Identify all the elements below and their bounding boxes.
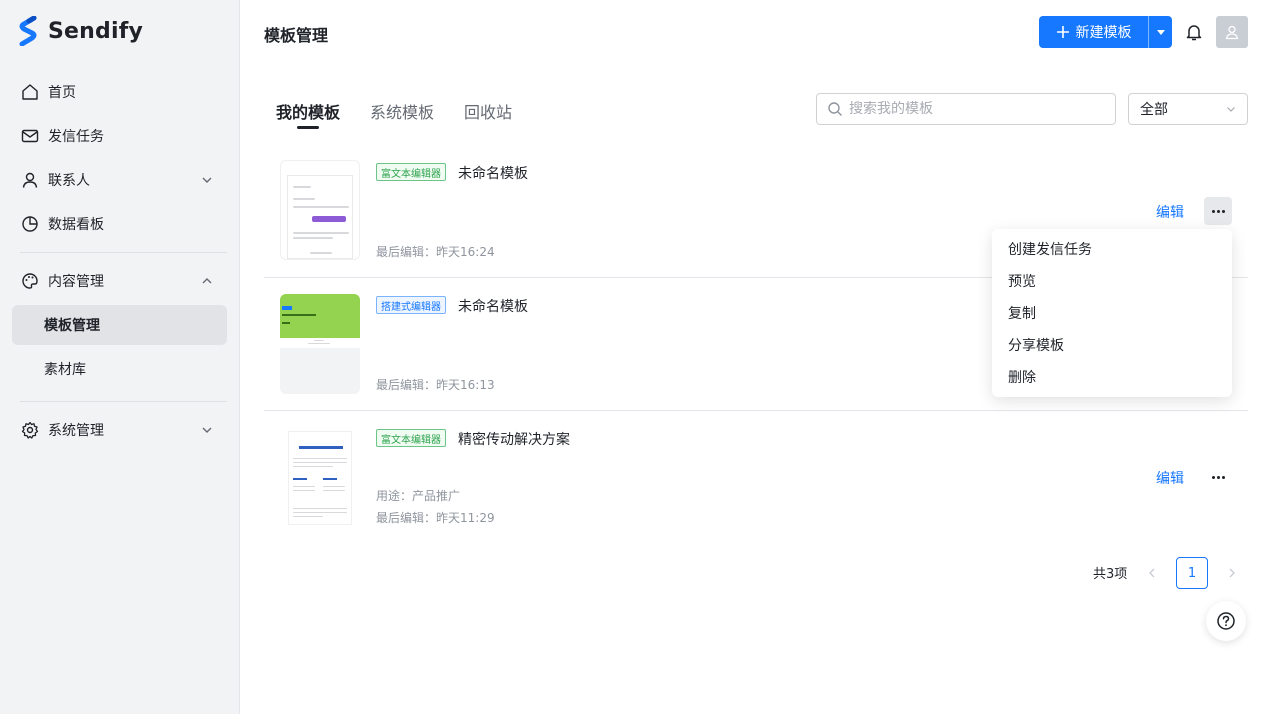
home-icon [20, 82, 40, 102]
user-avatar-icon [1225, 25, 1239, 40]
sidebar-divider [20, 252, 227, 253]
sidebar-item-send-tasks[interactable]: 发信任务 [12, 116, 227, 156]
chevron-up-icon [202, 278, 212, 284]
template-row[interactable]: 富文本编辑器 精密传动解决方案 用途：产品推广 最后编辑：昨天11:29 编辑 [264, 411, 1248, 544]
brand-name: Sendify [48, 18, 144, 44]
search-icon [828, 102, 842, 116]
page-title: 模板管理 [264, 26, 329, 45]
tab-my-templates[interactable]: 我的模板 [276, 99, 340, 123]
template-usage: 用途：产品推广 [376, 489, 461, 503]
logo[interactable]: Sendify [18, 16, 143, 46]
chevron-down-icon [202, 177, 212, 183]
template-thumbnail[interactable] [280, 294, 360, 394]
sidebar-item-label: 素材库 [44, 362, 86, 378]
template-thumbnail[interactable] [280, 160, 360, 260]
menu-item-preview[interactable]: 预览 [992, 265, 1232, 297]
question-icon [1217, 612, 1235, 630]
filter-selected: 全部 [1140, 102, 1168, 118]
sidebar-item-label: 数据看板 [48, 217, 104, 233]
palette-icon [20, 271, 40, 291]
last-edit-time: 最后编辑：昨天16:24 [376, 245, 495, 259]
template-name[interactable]: 未命名模板 [458, 296, 528, 316]
avatar[interactable] [1216, 16, 1248, 48]
sidebar-item-system[interactable]: 系统管理 [12, 410, 227, 450]
pagination-page[interactable]: 1 [1176, 557, 1208, 589]
user-icon [20, 170, 40, 190]
chevron-down-icon [1227, 107, 1235, 112]
sidebar-divider [20, 401, 227, 402]
search-box[interactable] [816, 93, 1116, 125]
help-button[interactable] [1206, 601, 1246, 641]
pie-chart-icon [20, 214, 40, 234]
editor-type-tag: 富文本编辑器 [376, 163, 446, 181]
sidebar-item-assets[interactable]: 素材库 [12, 349, 227, 389]
sidebar-item-label: 发信任务 [48, 129, 104, 145]
new-template-main[interactable]: 新建模板 [1039, 16, 1148, 48]
chevron-left-icon[interactable] [1144, 565, 1160, 581]
tab-active-indicator [297, 126, 319, 129]
sidebar-item-dashboard[interactable]: 数据看板 [12, 204, 227, 244]
new-template-button[interactable]: 新建模板 [1039, 16, 1172, 48]
new-template-dropdown[interactable] [1148, 16, 1172, 48]
new-template-label: 新建模板 [1075, 25, 1132, 41]
menu-item-create-task[interactable]: 创建发信任务 [992, 233, 1232, 265]
sidebar-item-label: 系统管理 [48, 423, 104, 439]
editor-type-tag: 搭建式编辑器 [376, 296, 446, 314]
template-thumbnail[interactable] [280, 427, 360, 527]
more-actions-button[interactable] [1204, 463, 1232, 491]
sidebar-item-label: 模板管理 [44, 318, 100, 334]
tab-recycle-bin[interactable]: 回收站 [464, 99, 512, 123]
last-edit-time: 最后编辑：昨天16:13 [376, 378, 495, 392]
thumbnail-page [287, 175, 353, 259]
sidebar-item-label: 联系人 [48, 173, 90, 189]
menu-item-share[interactable]: 分享模板 [992, 329, 1232, 361]
gear-icon [20, 420, 40, 440]
menu-item-delete[interactable]: 删除 [992, 361, 1232, 393]
template-name[interactable]: 精密传动解决方案 [458, 429, 570, 449]
chevron-down-icon [202, 427, 212, 433]
sidebar-item-contacts[interactable]: 联系人 [12, 160, 227, 200]
sidebar: Sendify 首页 发信任务 联系人 数据看板 内容管理 模板管理 素材库 系… [0, 0, 240, 714]
more-icon [1211, 475, 1225, 479]
edit-link[interactable]: 编辑 [1156, 468, 1184, 488]
chevron-right-icon[interactable] [1224, 565, 1240, 581]
editor-type-tag: 富文本编辑器 [376, 429, 446, 447]
sendify-logo-icon [19, 16, 37, 46]
sidebar-item-label: 首页 [48, 85, 76, 101]
caret-down-icon [1156, 30, 1165, 35]
filter-select[interactable]: 全部 [1128, 93, 1248, 125]
last-edit-time: 最后编辑：昨天11:29 [376, 511, 495, 525]
plus-icon [1056, 26, 1069, 38]
more-actions-button[interactable] [1204, 197, 1232, 225]
bell-icon[interactable] [1184, 22, 1204, 42]
pagination-total: 共3项 [1093, 567, 1128, 582]
more-icon [1211, 209, 1225, 213]
thumbnail-banner [280, 294, 360, 338]
more-actions-menu: 创建发信任务 预览 复制 分享模板 删除 [992, 229, 1232, 397]
thumbnail-page [288, 431, 352, 525]
sidebar-item-label: 内容管理 [48, 274, 104, 290]
menu-item-copy[interactable]: 复制 [992, 297, 1232, 329]
search-input[interactable] [849, 101, 1099, 117]
sidebar-item-templates[interactable]: 模板管理 [12, 305, 227, 345]
sidebar-item-content[interactable]: 内容管理 [12, 261, 227, 301]
template-name[interactable]: 未命名模板 [458, 163, 528, 183]
mail-icon [20, 126, 40, 146]
thumbnail-footer [280, 338, 360, 348]
edit-link[interactable]: 编辑 [1156, 202, 1184, 222]
sidebar-item-home[interactable]: 首页 [12, 72, 227, 112]
tab-system-templates[interactable]: 系统模板 [370, 99, 434, 123]
